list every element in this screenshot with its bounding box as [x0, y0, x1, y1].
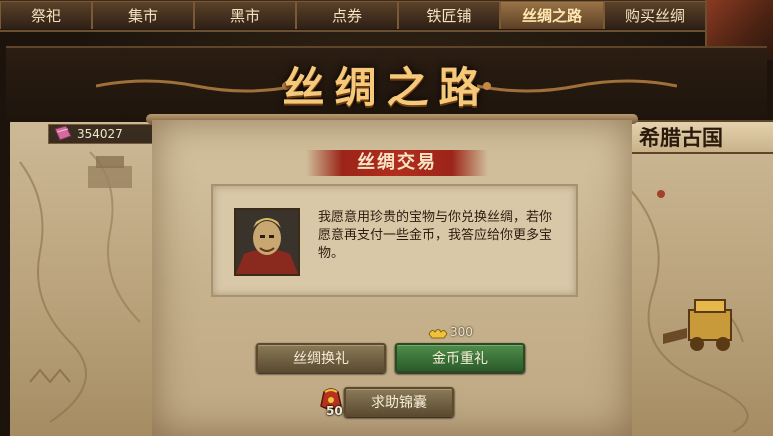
gold-cost: 300	[428, 324, 473, 340]
silk-gift-button[interactable]: 丝绸换礼	[256, 343, 386, 373]
left-map-art-icon	[19, 151, 141, 423]
silk-bolt-icon	[54, 125, 72, 141]
tab-sacrifice[interactable]: 祭祀	[0, 1, 92, 29]
right-ornament-icon	[477, 79, 677, 93]
trade-title: 丝绸交易	[306, 150, 488, 176]
caravan-cart-icon	[663, 299, 732, 351]
gold-gift-button[interactable]: 金币重礼	[395, 343, 525, 373]
tab-coupons[interactable]: 点券	[296, 1, 398, 29]
silk-road-screen: 祭祀 集市 黑市 点券 铁匠铺 丝绸之路 购买丝绸 丝绸之路 354027 希腊…	[0, 0, 773, 436]
tab-silk-road[interactable]: 丝绸之路	[500, 1, 604, 29]
tab-bar: 祭祀 集市 黑市 点券 铁匠铺 丝绸之路 购买丝绸	[0, 0, 773, 32]
help-pouch-button[interactable]: 求助锦囊	[344, 387, 454, 417]
gold-ingot-icon	[428, 329, 448, 339]
tab-market[interactable]: 集市	[92, 1, 194, 29]
header-banner: 丝绸之路	[6, 46, 767, 122]
merchant-portrait	[234, 208, 300, 276]
tab-black-market[interactable]: 黑市	[194, 1, 296, 29]
merchant-face-icon	[236, 210, 298, 274]
help-pouch-count: 50	[326, 404, 343, 418]
right-map-art-icon	[622, 181, 749, 433]
tab-blacksmith[interactable]: 铁匠铺	[398, 1, 500, 29]
right-map	[613, 122, 773, 436]
gold-cost-value: 300	[450, 325, 473, 339]
silk-amount: 354027	[77, 127, 123, 141]
left-map	[10, 122, 160, 436]
region-name: 希腊古国	[627, 120, 773, 154]
tab-buy-silk[interactable]: 购买丝绸	[604, 1, 706, 29]
dialog-text: 我愿意用珍贵的宝物与你兑换丝绸，若你愿意再支付一些金币，我答应给你更多宝物。	[318, 210, 553, 261]
